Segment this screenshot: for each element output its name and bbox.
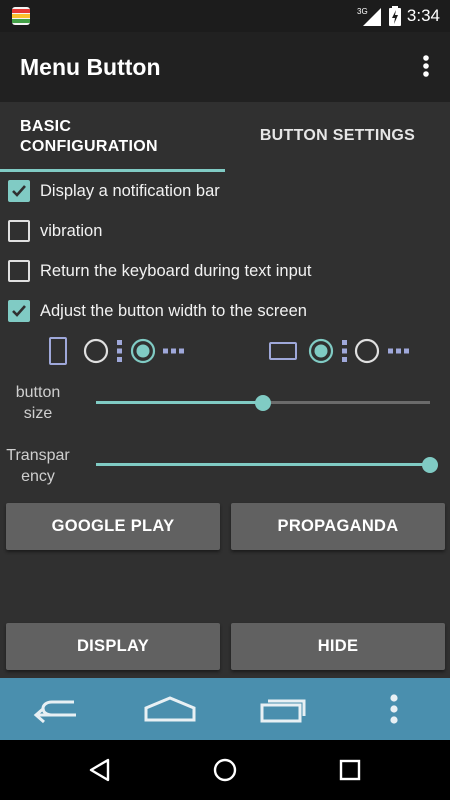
slider-label-line2: ency <box>21 468 55 485</box>
option-vibration[interactable]: vibration <box>8 214 102 248</box>
tab-label-line2: CONFIGURATION <box>20 138 158 155</box>
adjust-width-checkbox[interactable] <box>8 300 30 322</box>
display-button[interactable]: DISPLAY <box>6 623 220 670</box>
tab-basic-configuration[interactable]: BASIC CONFIGURATION <box>0 102 225 172</box>
slider-fill <box>96 401 263 404</box>
hide-button[interactable]: HIDE <box>231 623 445 670</box>
transparency-slider[interactable] <box>96 456 438 473</box>
return-keyboard-checkbox[interactable] <box>8 260 30 282</box>
overflow-menu-button[interactable] <box>414 52 438 82</box>
layout-selector-row <box>0 334 450 368</box>
notification-bar-checkbox[interactable] <box>8 180 30 202</box>
portrait-layout-option-horizontal[interactable] <box>128 334 190 368</box>
nav-home-icon[interactable] <box>211 756 239 784</box>
tab-indicator <box>0 169 225 172</box>
nav-recents-icon[interactable] <box>336 756 364 784</box>
option-display-notification-bar[interactable]: Display a notification bar <box>8 174 220 208</box>
checkmark-icon <box>12 305 26 317</box>
portrait-icon <box>49 337 67 365</box>
app-title: Menu Button <box>20 54 161 80</box>
slider-label-line1: button <box>15 384 61 401</box>
nav-back-icon[interactable] <box>86 756 114 784</box>
slider-thumb[interactable] <box>255 394 271 411</box>
app-notification-icon <box>12 7 30 25</box>
back-arrow-icon[interactable] <box>30 678 84 740</box>
transparency-label: Transpar ency <box>0 445 76 487</box>
tab-button-settings[interactable]: BUTTON SETTINGS <box>225 102 450 172</box>
network-type: 3G <box>357 7 368 16</box>
portrait-layout-option-vertical[interactable] <box>82 334 130 368</box>
app-bar: Menu Button <box>0 32 450 102</box>
system-navigation-bar <box>0 740 450 800</box>
battery-icon <box>388 6 401 26</box>
vibration-checkbox[interactable] <box>8 220 30 242</box>
home-icon[interactable] <box>142 678 198 740</box>
option-label: Return the keyboard during text input <box>40 261 312 280</box>
tab-label-line1: BASIC <box>20 118 72 135</box>
recent-apps-icon[interactable] <box>256 678 308 740</box>
option-return-keyboard[interactable]: Return the keyboard during text input <box>8 254 312 288</box>
checkmark-icon <box>12 185 26 197</box>
propaganda-button[interactable]: PROPAGANDA <box>231 503 445 550</box>
tab-bar: BASIC CONFIGURATION BUTTON SETTINGS <box>0 102 450 172</box>
slider-fill <box>96 463 430 466</box>
option-label: vibration <box>40 221 103 240</box>
option-label: Display a notification bar <box>40 181 220 200</box>
option-adjust-button-width[interactable]: Adjust the button width to the screen <box>8 294 307 328</box>
google-play-button[interactable]: GOOGLE PLAY <box>6 503 220 550</box>
signal-icon: 3G <box>357 7 381 26</box>
more-vertical-icon <box>423 55 429 77</box>
status-bar: 3G 3:34 <box>0 0 450 32</box>
button-size-label: button size <box>0 382 76 424</box>
slider-thumb[interactable] <box>422 456 438 473</box>
landscape-layout-option-horizontal[interactable] <box>352 334 414 368</box>
menu-button-bar <box>0 678 450 740</box>
status-time: 3:34 <box>406 6 440 25</box>
landscape-icon <box>269 342 297 360</box>
button-size-slider[interactable] <box>96 394 430 411</box>
more-vertical-icon[interactable] <box>382 678 406 740</box>
slider-label-line2: size <box>23 405 53 422</box>
landscape-layout-option-vertical[interactable] <box>306 334 354 368</box>
option-label: Adjust the button width to the screen <box>40 301 307 320</box>
slider-label-line1: Transpar <box>6 447 70 464</box>
